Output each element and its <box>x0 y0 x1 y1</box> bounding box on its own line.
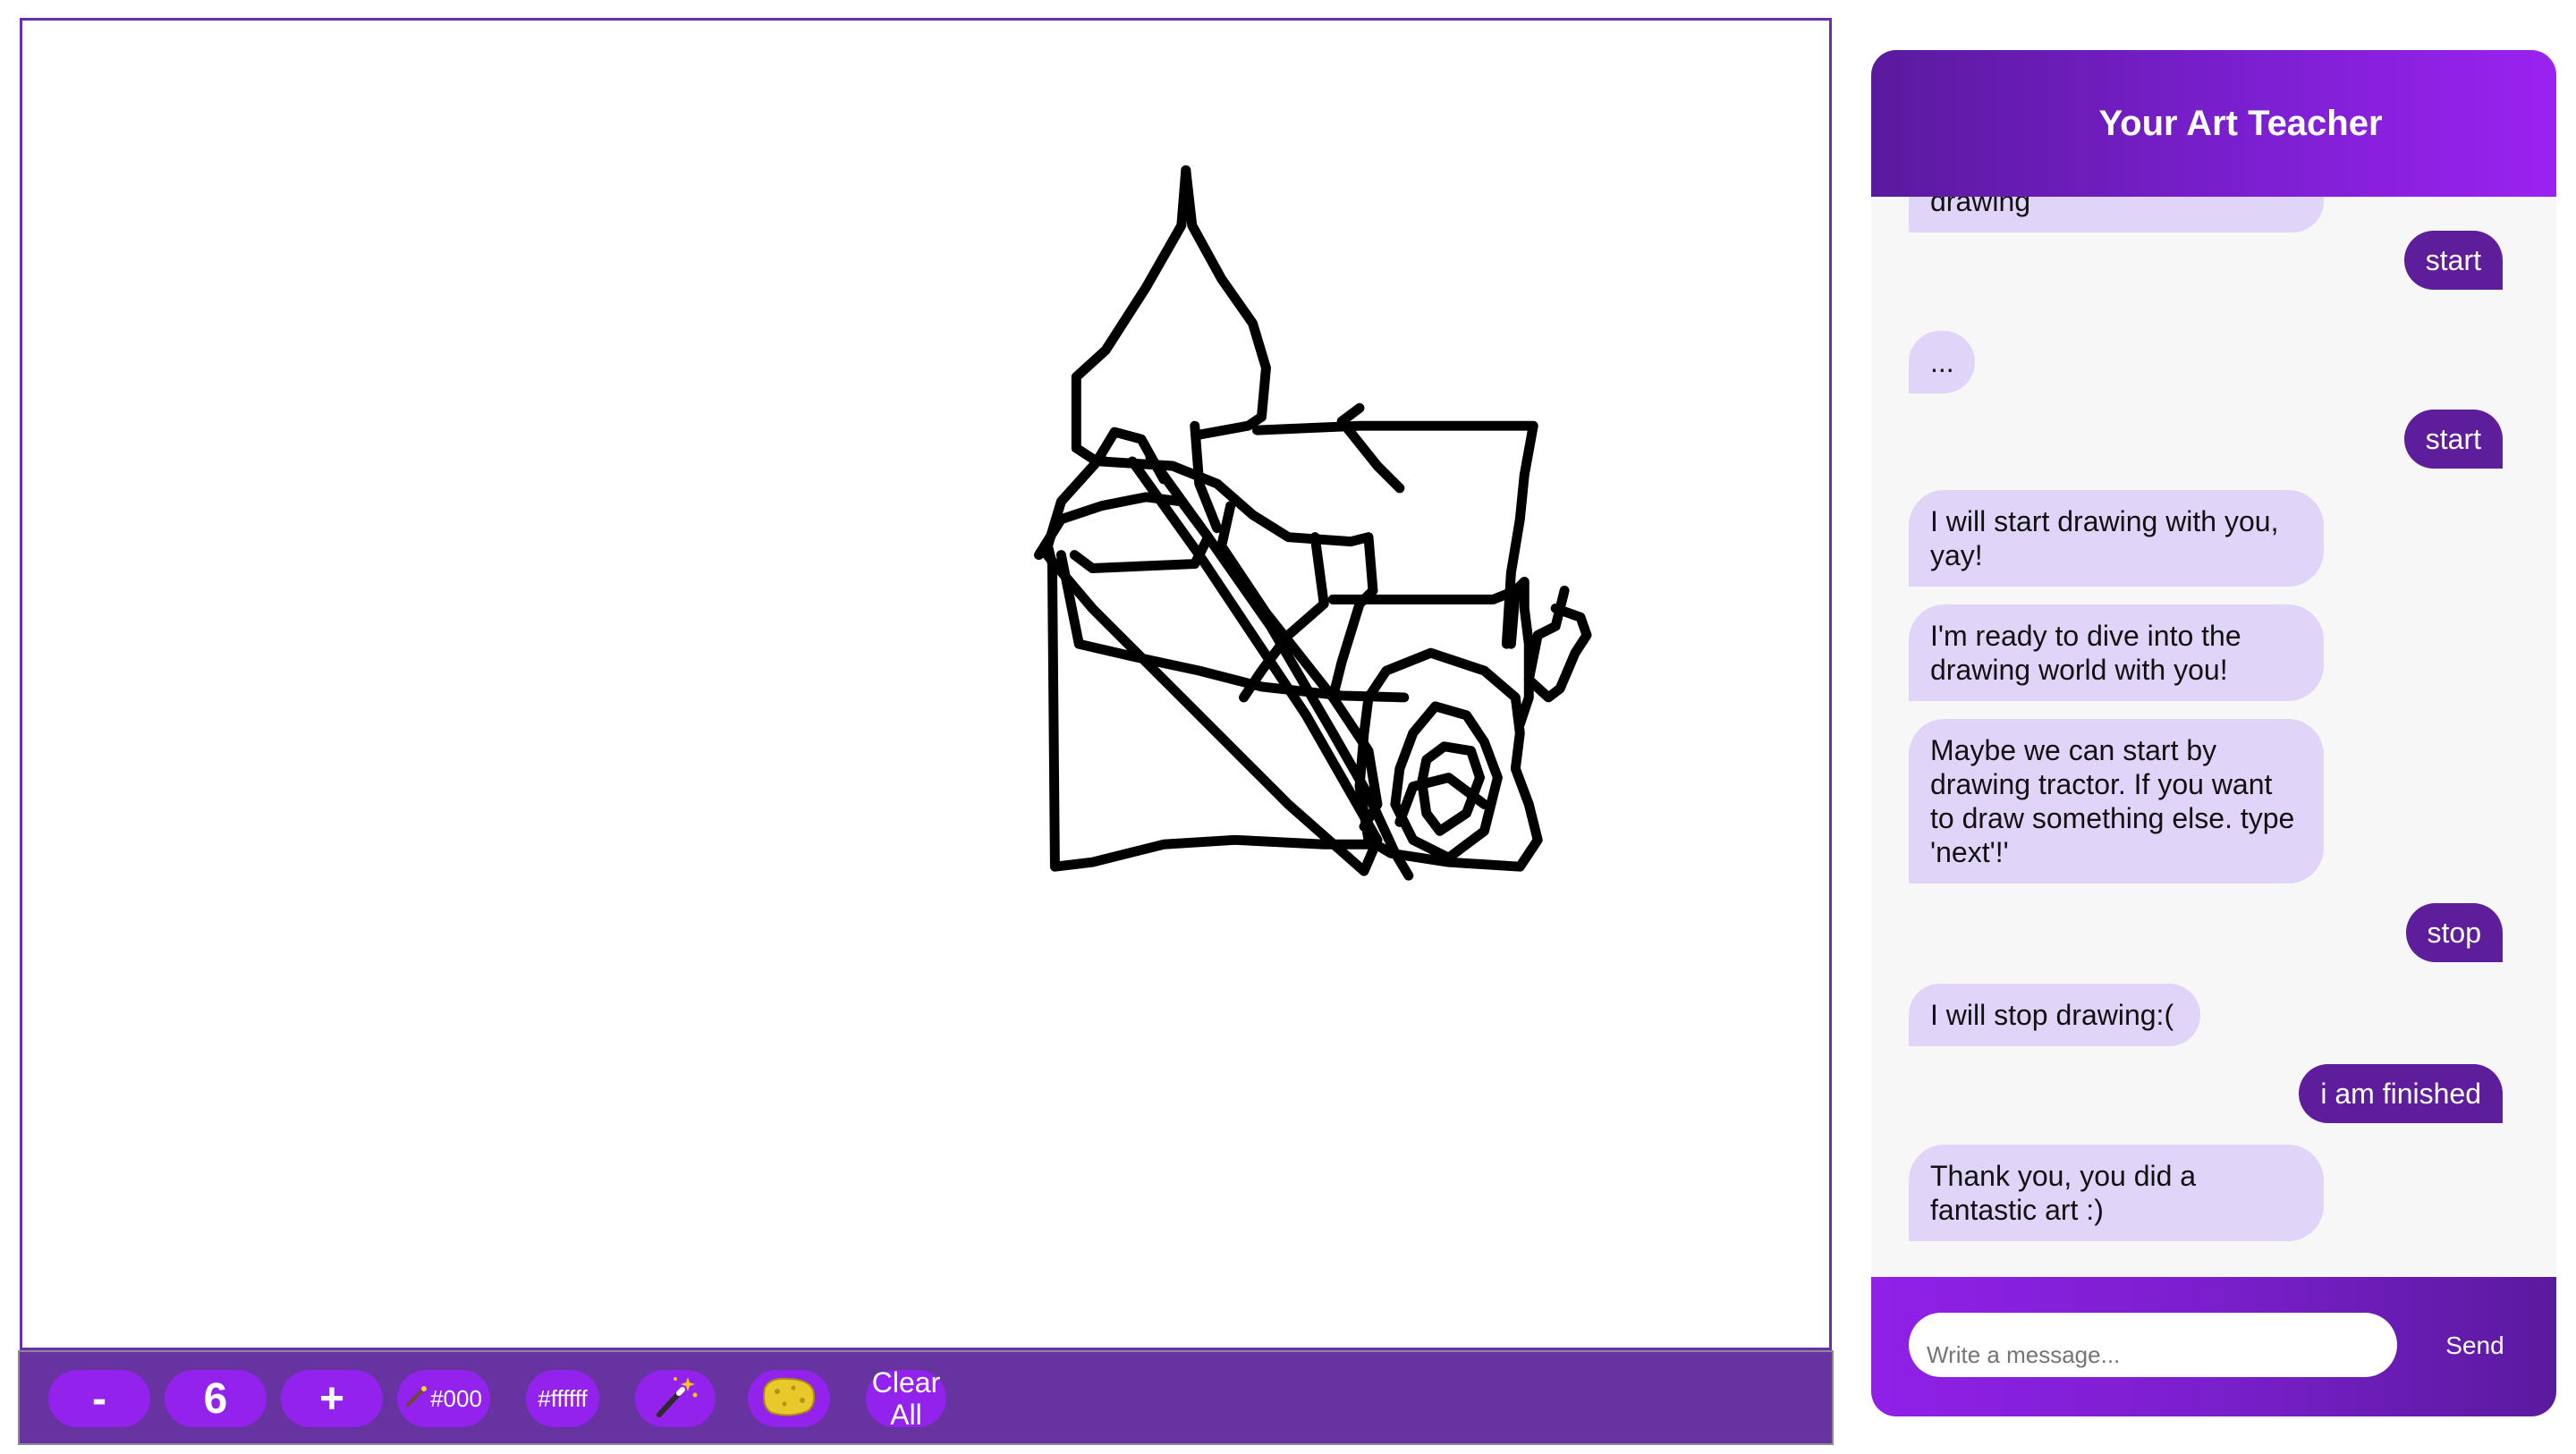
background-color-value: #ffffff <box>538 1384 588 1412</box>
bot-message: I will stop drawing:( <box>1909 984 2200 1046</box>
clear-all-button[interactable]: Clear All <box>866 1366 946 1431</box>
drawing-canvas[interactable] <box>20 18 1832 1350</box>
bot-message: I'm ready to dive into the drawing world… <box>1909 604 2324 701</box>
chat-footer: Send <box>1871 1277 2556 1416</box>
brush-color-button[interactable]: #000 <box>397 1370 490 1427</box>
background-color-button[interactable]: #ffffff <box>526 1370 599 1427</box>
brush-size-value: 6 <box>165 1370 267 1427</box>
user-message: stop <box>2405 903 2503 962</box>
sponge-icon <box>758 1372 820 1426</box>
magic-wand-icon <box>648 1370 702 1428</box>
message-list[interactable]: drawing start ... start I will start dra… <box>1871 197 2556 1327</box>
color-wand-icon <box>405 1384 428 1414</box>
bot-message: I will start drawing with you, yay! <box>1909 490 2324 587</box>
send-button[interactable]: Send <box>2426 1323 2524 1368</box>
chat-panel: drawing start ... start I will start dra… <box>1871 50 2556 1416</box>
sketch-strokes <box>1034 165 1592 881</box>
chat-title: Your Art Teacher <box>2098 103 2383 143</box>
brush-color-value: #000 <box>430 1384 482 1412</box>
eraser-button[interactable] <box>748 1370 830 1427</box>
bot-message: drawing <box>1909 197 2324 232</box>
clear-label-line2: All <box>890 1399 922 1431</box>
drawing-toolbar: - 6 + #000 #ffffff Clear All <box>18 1350 1834 1445</box>
user-message: start <box>2403 231 2503 290</box>
clear-label-line1: Clear <box>871 1366 941 1399</box>
decrease-size-button[interactable]: - <box>48 1370 150 1427</box>
chat-header: Your Art Teacher <box>1871 50 2556 197</box>
user-message: i am finished <box>2299 1064 2503 1123</box>
magic-brush-button[interactable] <box>635 1370 716 1427</box>
bot-message: Maybe we can start by drawing tractor. I… <box>1909 719 2324 883</box>
user-message: start <box>2403 410 2503 469</box>
message-input[interactable] <box>1909 1313 2397 1377</box>
increase-size-button[interactable]: + <box>281 1370 383 1427</box>
bot-message: ... <box>1909 331 1975 393</box>
bot-message: Thank you, you did a fantastic art :) <box>1909 1145 2324 1241</box>
